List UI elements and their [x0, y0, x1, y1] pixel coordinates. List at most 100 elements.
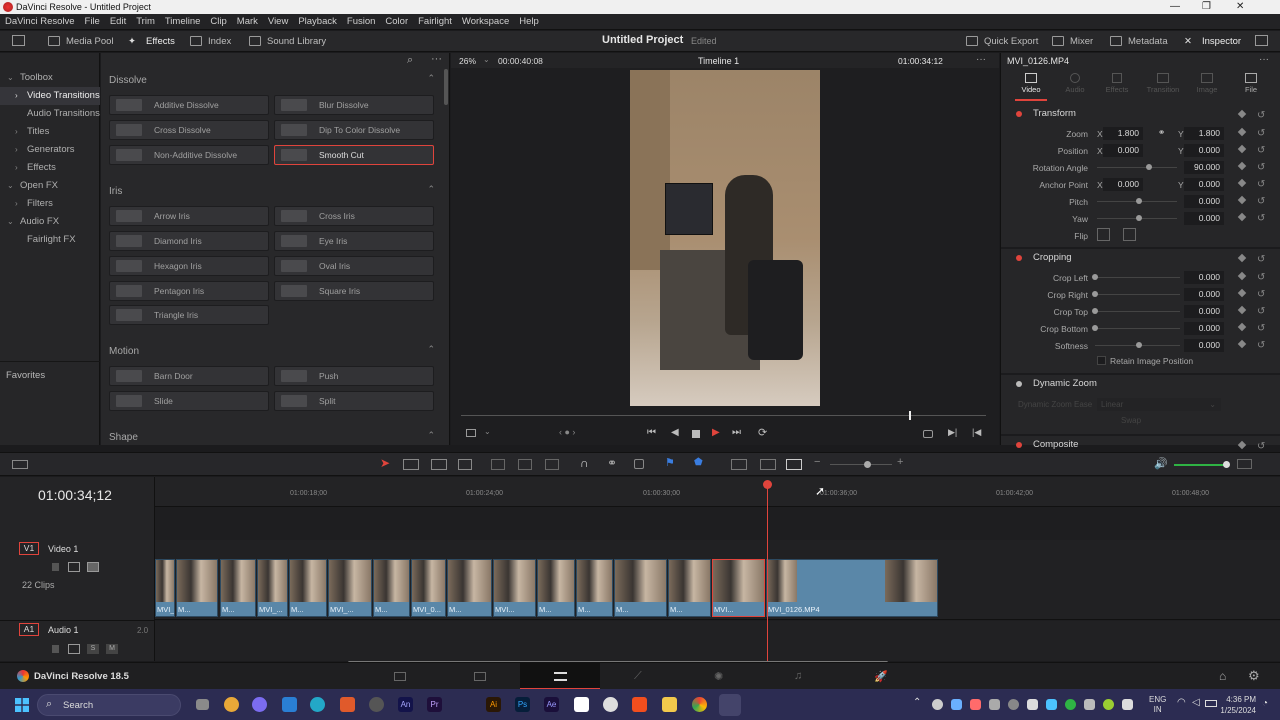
- maximize-button[interactable]: ❐: [1202, 1, 1211, 12]
- flip-vertical-icon[interactable]: [1123, 228, 1136, 241]
- auto-select-icon[interactable]: [68, 562, 80, 572]
- notification-app-icon[interactable]: [224, 697, 239, 712]
- crop-right-slider[interactable]: [1095, 294, 1180, 295]
- chevron-down-icon[interactable]: ⌄: [484, 427, 491, 436]
- custom-zoom-icon[interactable]: [786, 459, 802, 470]
- language-indicator[interactable]: ENG IN: [1149, 695, 1166, 715]
- volume-icon[interactable]: 🔊: [1154, 457, 1168, 470]
- crop-left-field[interactable]: 0.000: [1184, 271, 1224, 284]
- timeline-clip[interactable]: MVI_...: [155, 559, 175, 617]
- crop-right-field[interactable]: 0.000: [1184, 288, 1224, 301]
- playhead-line[interactable]: [767, 481, 768, 661]
- viewer-options-icon[interactable]: ···: [976, 54, 986, 65]
- tray-app-icon[interactable]: [932, 699, 943, 710]
- tree-titles[interactable]: › Titles: [0, 123, 100, 141]
- effect-dip-to-color-dissolve[interactable]: Dip To Color Dissolve: [274, 120, 434, 140]
- mute-button[interactable]: M: [106, 644, 118, 654]
- softness-field[interactable]: 0.000: [1184, 339, 1224, 352]
- audio-meter-icon[interactable]: [1237, 459, 1252, 469]
- slider-knob[interactable]: [1092, 325, 1098, 331]
- section-dissolve[interactable]: Dissolve: [109, 75, 147, 86]
- crop-tool-icon[interactable]: [466, 429, 476, 437]
- lock-icon[interactable]: [52, 645, 59, 653]
- lock-icon[interactable]: [634, 459, 644, 469]
- xbox-icon[interactable]: [369, 697, 384, 712]
- go-to-end-icon[interactable]: ⏭: [732, 427, 741, 438]
- effect-pentagon-iris[interactable]: Pentagon Iris: [109, 281, 269, 301]
- timeline-clip[interactable]: M...: [614, 559, 667, 617]
- track-visibility-icon[interactable]: [87, 562, 99, 572]
- menu-trim[interactable]: Trim: [131, 14, 160, 29]
- keyframe-icon[interactable]: [1237, 288, 1247, 298]
- photoshop-icon[interactable]: Ps: [515, 697, 530, 712]
- edit-page-tab[interactable]: [520, 663, 600, 690]
- more-options-icon[interactable]: ···: [1259, 54, 1269, 65]
- timeline-clip[interactable]: MVI_...: [257, 559, 288, 617]
- timeline-clip[interactable]: M...: [373, 559, 410, 617]
- slider-knob[interactable]: [1223, 461, 1230, 468]
- keyframe-icon[interactable]: [1237, 212, 1247, 222]
- reset-icon[interactable]: ↺: [1257, 196, 1265, 207]
- tree-effects[interactable]: › Effects: [0, 159, 100, 177]
- reset-icon[interactable]: ↺: [1257, 340, 1265, 351]
- prev-frame-icon[interactable]: |◀: [972, 427, 981, 438]
- index-button[interactable]: Index: [190, 34, 231, 49]
- timeline-clip[interactable]: MVI...: [712, 559, 765, 617]
- keyframe-icon[interactable]: [1237, 253, 1247, 263]
- tab-image[interactable]: Image: [1191, 73, 1223, 94]
- effect-blur-dissolve[interactable]: Blur Dissolve: [274, 95, 434, 115]
- reset-icon[interactable]: ↺: [1257, 162, 1265, 173]
- folder-icon[interactable]: [662, 697, 677, 712]
- collapse-icon[interactable]: ⌃: [427, 430, 435, 441]
- reset-icon[interactable]: ↺: [1257, 145, 1265, 156]
- a1-track-name[interactable]: Audio 1: [48, 625, 79, 635]
- next-frame-icon[interactable]: ▶|: [948, 427, 957, 438]
- auto-select-icon[interactable]: [68, 644, 80, 654]
- keyframe-icon[interactable]: [1237, 322, 1247, 332]
- premiere-icon[interactable]: Pr: [427, 697, 442, 712]
- effect-hexagon-iris[interactable]: Hexagon Iris: [109, 256, 269, 276]
- a1-track-tag[interactable]: A1: [19, 623, 39, 636]
- trim-tool-icon[interactable]: [403, 459, 419, 470]
- tab-video[interactable]: Video: [1015, 73, 1047, 94]
- snapping-icon[interactable]: ∩: [580, 456, 589, 470]
- color-page-icon[interactable]: ✺: [714, 670, 723, 683]
- menu-color[interactable]: Color: [380, 14, 413, 29]
- rotation-slider[interactable]: [1097, 167, 1177, 168]
- collapse-icon[interactable]: ⌃: [427, 184, 435, 195]
- tree-video-transitions[interactable]: › Video Transitions: [0, 87, 100, 105]
- tray-app-icon[interactable]: [1046, 699, 1057, 710]
- tray-app-icon[interactable]: [1084, 699, 1095, 710]
- enable-toggle-icon[interactable]: [1016, 111, 1022, 117]
- cropping-header[interactable]: Cropping ↺: [1001, 249, 1280, 267]
- start-button-icon[interactable]: [15, 698, 29, 712]
- marker-icon[interactable]: ⬟: [694, 457, 703, 468]
- animate-icon[interactable]: An: [398, 697, 413, 712]
- match-frame-icon[interactable]: [923, 430, 933, 438]
- tray-app-icon[interactable]: [1065, 699, 1076, 710]
- replace-clip-icon[interactable]: [545, 459, 559, 470]
- timeline-clip[interactable]: M...: [447, 559, 492, 617]
- solo-button[interactable]: S: [87, 644, 99, 654]
- timeline-clip[interactable]: M...: [176, 559, 218, 617]
- after-effects-icon[interactable]: Ae: [544, 697, 559, 712]
- favorites-label[interactable]: Favorites: [6, 370, 45, 381]
- chrome-icon[interactable]: [692, 697, 707, 712]
- tray-app-icon[interactable]: [951, 699, 962, 710]
- cut-page-icon[interactable]: [474, 672, 486, 681]
- timeline-clip[interactable]: M...: [289, 559, 327, 617]
- store-icon[interactable]: [282, 697, 297, 712]
- link-icon[interactable]: ⚭: [607, 456, 617, 470]
- effect-oval-iris[interactable]: Oval Iris: [274, 256, 434, 276]
- sound-library-button[interactable]: Sound Library: [249, 34, 326, 49]
- slider-knob[interactable]: [1146, 164, 1152, 170]
- keyframe-icon[interactable]: [1237, 305, 1247, 315]
- volume-slider[interactable]: [1174, 464, 1228, 466]
- app-icon[interactable]: [603, 697, 618, 712]
- tray-app-icon[interactable]: [1103, 699, 1114, 710]
- effect-square-iris[interactable]: Square Iris: [274, 281, 434, 301]
- menu-playback[interactable]: Playback: [293, 14, 342, 29]
- menu-file[interactable]: File: [80, 14, 105, 29]
- davinci-taskbar-icon[interactable]: [719, 694, 741, 716]
- tray-app-icon[interactable]: [1027, 699, 1038, 710]
